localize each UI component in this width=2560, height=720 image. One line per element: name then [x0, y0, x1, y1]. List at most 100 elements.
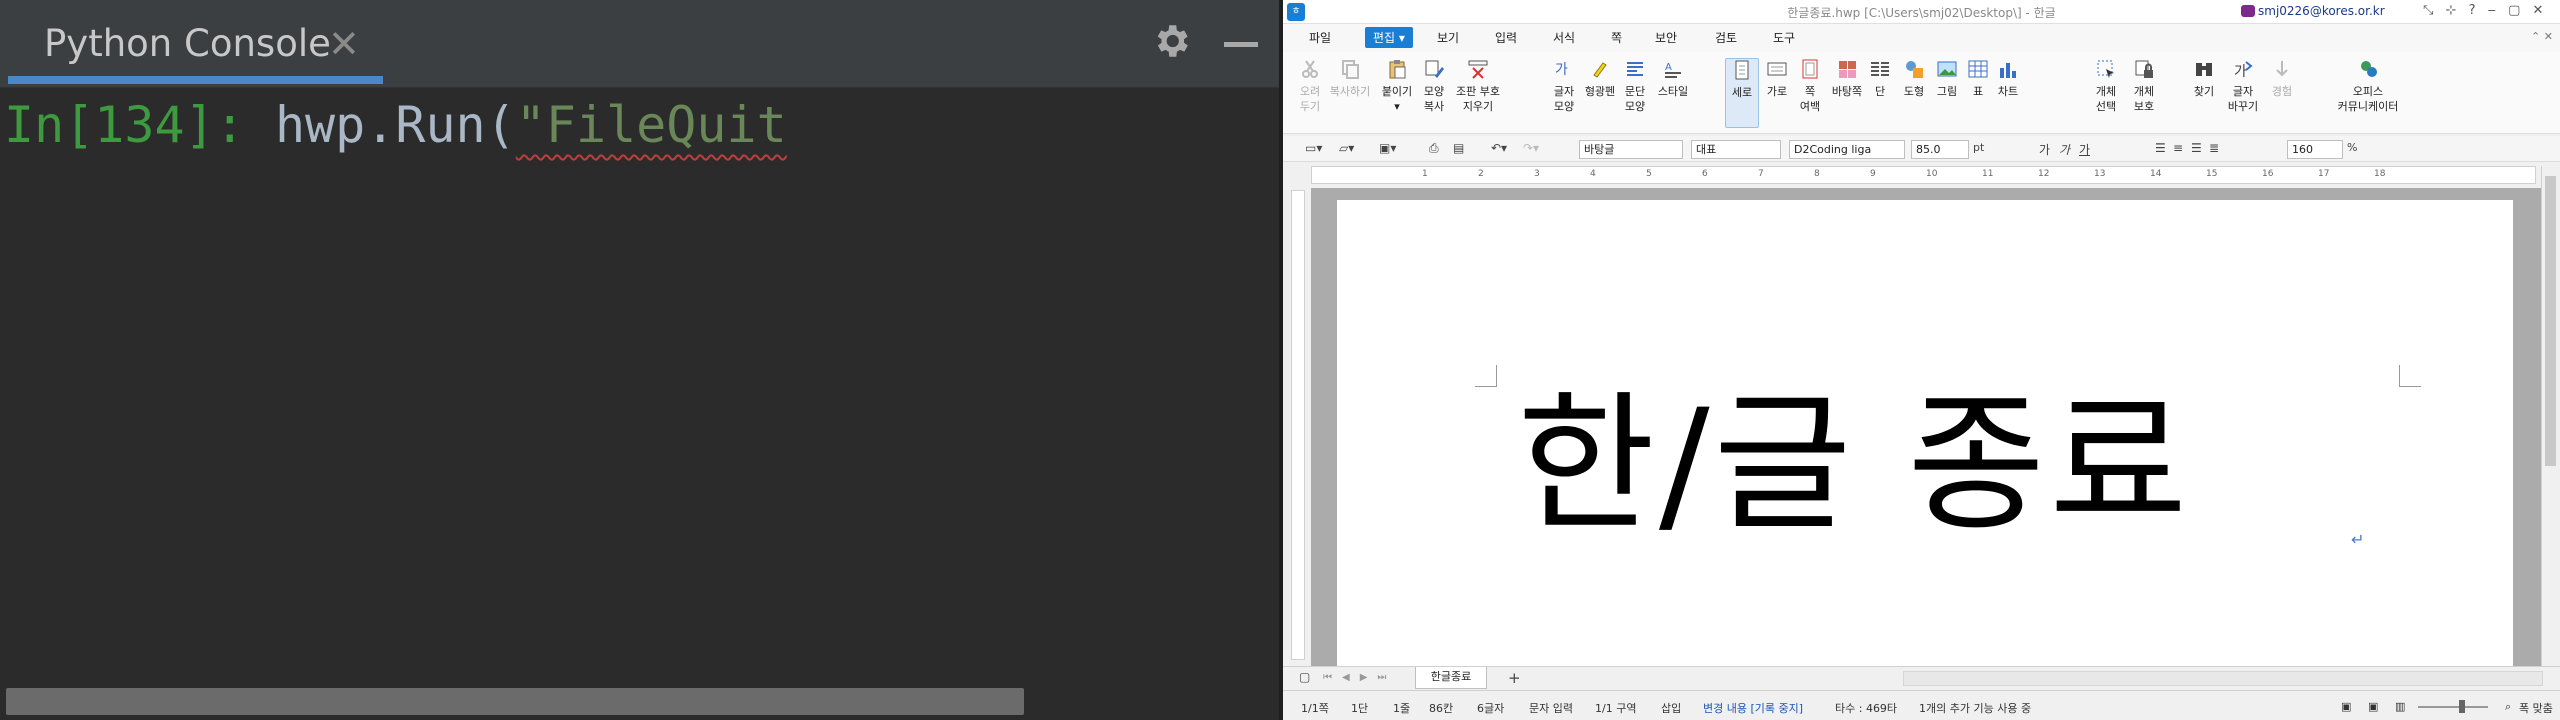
horizontal-ruler[interactable]: 1 2 3 4 5 6 7 8 9 10 11 12 13 14 15 16 17 18 — [1311, 166, 2536, 184]
redo-icon[interactable]: ↷▾ — [1523, 141, 1539, 155]
zoom-input[interactable]: 160 — [2287, 140, 2343, 159]
save-icon[interactable]: ▣▾ — [1379, 141, 1396, 155]
status-input-mode[interactable]: 문자 입력 — [1529, 700, 1573, 716]
tab-document[interactable]: 한글종료 — [1415, 667, 1487, 689]
page-bg-button[interactable]: 바탕쪽 — [1829, 58, 1865, 99]
ribbon-collapse-icon[interactable]: ⌃ ✕ — [2531, 30, 2553, 43]
align-right-icon[interactable]: ☰ — [2191, 141, 2202, 155]
shape-button[interactable]: 도형 — [1901, 58, 1927, 99]
office-communicator-button[interactable]: 오피스 커뮤니케이터 — [2333, 58, 2403, 114]
zoom-slider-handle[interactable] — [2459, 700, 2465, 713]
hwp-ribbon: 오려 두기 복사하기 붙이기 ▾ 모양 복사 조판 부호 지우기 가 글자 모양 형… — [1283, 52, 2560, 134]
paragraph-mark: ↵ — [2351, 530, 2365, 549]
menu-edit-label: 편집 — [1373, 31, 1396, 45]
format-copy-button[interactable]: 모양 복사 — [1419, 58, 1449, 114]
font-select[interactable]: D2Coding liga — [1789, 140, 1905, 159]
status-insert[interactable]: 삽입 — [1661, 700, 1681, 716]
fit-page-icon[interactable]: ▣ — [2368, 700, 2378, 713]
console-horizontal-scrollbar[interactable] — [6, 688, 1024, 715]
help-icon[interactable]: ? — [2469, 3, 2476, 18]
new-doc-icon[interactable]: ▭▾ — [1305, 141, 1322, 155]
menu-edit[interactable]: 편집 ▾ — [1365, 27, 1413, 48]
clear-marks-button[interactable]: 조판 부호 지우기 — [1453, 58, 1503, 114]
picture-icon — [1937, 61, 1957, 77]
menu-security[interactable]: 보안 — [1655, 29, 1677, 46]
menu-page[interactable]: 쪽 — [1611, 29, 1622, 46]
margin-button[interactable]: 쪽 여백 — [1795, 58, 1825, 114]
close-icon[interactable]: ✕ — [328, 22, 360, 66]
pattern-label: 경험 — [2271, 85, 2293, 98]
undo-icon[interactable]: ↶▾ — [1491, 141, 1507, 155]
highlight-button[interactable]: 형광펜 — [1583, 58, 1617, 99]
font-size-input[interactable]: 85.0 — [1911, 140, 1969, 159]
status-track-changes[interactable]: 변경 내용 [기록 중지] — [1703, 700, 1803, 716]
document-page[interactable]: 한/글 종료 ↵ — [1337, 200, 2513, 666]
print-icon[interactable]: ⎙ — [1429, 141, 1439, 156]
char-shape-button[interactable]: 가 글자 모양 — [1551, 58, 1577, 114]
language-select[interactable]: 대표 — [1691, 140, 1781, 159]
find-button[interactable]: 찾기 — [2191, 58, 2217, 99]
menu-file[interactable]: 파일 — [1309, 29, 1331, 46]
pattern-button[interactable]: 경험 — [2269, 58, 2295, 99]
paste-label: 붙이기 — [1381, 85, 1413, 98]
menu-review[interactable]: 검토 — [1715, 29, 1737, 46]
cut-button[interactable]: 오려 두기 — [1297, 58, 1323, 114]
bold-button[interactable]: 가 — [2039, 141, 2050, 158]
style-select[interactable]: 바탕글 — [1579, 140, 1683, 159]
protect-object-button[interactable]: 개체 보호 — [2129, 58, 2159, 114]
copy-button[interactable]: 복사하기 — [1325, 58, 1375, 99]
select-object-button[interactable]: 개체 선택 — [2091, 58, 2121, 114]
scrollbar-thumb[interactable] — [2545, 176, 2556, 466]
maximize-window-icon[interactable]: ▢ — [2508, 3, 2520, 18]
tab-nav-arrows[interactable]: ⏮◀▶⏭ — [1323, 672, 1396, 683]
style-label: 스타일 — [1657, 85, 1689, 98]
zoom-fit-icon[interactable]: ⌕ — [2505, 700, 2511, 714]
align-left-icon[interactable]: ☰ — [2155, 141, 2166, 155]
para-shape-button[interactable]: 문단 모양 — [1621, 58, 1649, 114]
ruler-number: 2 — [1478, 169, 1484, 179]
minimize-icon[interactable] — [1224, 42, 1258, 47]
chart-button[interactable]: 차트 — [1995, 58, 2021, 99]
document-text[interactable]: 한/글 종료 — [1517, 370, 2191, 560]
portrait-button[interactable]: 세로 — [1725, 58, 1759, 128]
gear-icon[interactable] — [1150, 20, 1192, 62]
print-preview-icon[interactable]: ▤ — [1453, 141, 1464, 155]
view-mode-icon[interactable]: ▢ — [1299, 670, 1310, 684]
pin-icon[interactable]: ⊹ — [2446, 3, 2457, 18]
close-window-icon[interactable]: ✕ — [2533, 3, 2544, 18]
user-account[interactable]: smj0226@kores.or.kr — [2258, 4, 2385, 18]
column-button[interactable]: 단 — [1869, 58, 1891, 99]
restore-toolbar-icon[interactable]: ⤡ — [2423, 3, 2433, 18]
font-unit[interactable]: pt — [1973, 141, 1984, 154]
page-view-icon[interactable]: ▣ — [2341, 700, 2351, 713]
landscape-button[interactable]: 가로 — [1763, 58, 1791, 99]
paste-button[interactable]: 붙이기 ▾ — [1379, 58, 1415, 114]
style-button[interactable]: A 스타일 — [1655, 58, 1691, 99]
table-button[interactable]: 표 — [1967, 58, 1989, 99]
tab-python-console[interactable]: Python Console ✕ — [8, 0, 383, 84]
underline-button[interactable]: 가 — [2079, 141, 2090, 158]
open-folder-icon[interactable]: ▱▾ — [1339, 141, 1354, 155]
status-fit-width[interactable]: 폭 맞춤 — [2519, 700, 2553, 716]
shapes-icon — [1906, 61, 1923, 78]
menu-view[interactable]: 보기 — [1437, 29, 1459, 46]
add-tab-button[interactable]: + — [1508, 669, 1521, 687]
align-justify-icon[interactable]: ≣ — [2209, 141, 2219, 155]
vertical-ruler[interactable] — [1291, 190, 1305, 660]
window-controls[interactable]: ⤡ ⊹ ? ‒ ▢ ✕ — [2423, 3, 2543, 18]
document-horizontal-scrollbar[interactable] — [1903, 671, 2543, 686]
italic-button[interactable]: 가 — [2059, 141, 2070, 158]
align-center-icon[interactable]: ≡ — [2173, 141, 2183, 155]
two-page-icon[interactable]: ▥ — [2395, 700, 2405, 713]
menu-format[interactable]: 서식 — [1553, 29, 1575, 46]
status-page[interactable]: 1/1쪽 — [1301, 700, 1329, 716]
menu-tools[interactable]: 도구 — [1773, 29, 1795, 46]
document-vertical-scrollbar[interactable] — [2541, 166, 2559, 666]
status-addons[interactable]: 1개의 추가 기능 사용 중 — [1919, 700, 2031, 716]
menu-insert[interactable]: 입력 — [1495, 29, 1517, 46]
replace-button[interactable]: 가 글자 바꾸기 — [2225, 58, 2261, 114]
console-input-line[interactable]: In[134]: hwp.Run("FileQuit — [4, 92, 787, 158]
picture-button[interactable]: 그림 — [1933, 58, 1961, 99]
minimize-window-icon[interactable]: ‒ — [2488, 3, 2496, 18]
zoom-slider[interactable] — [2418, 706, 2488, 708]
